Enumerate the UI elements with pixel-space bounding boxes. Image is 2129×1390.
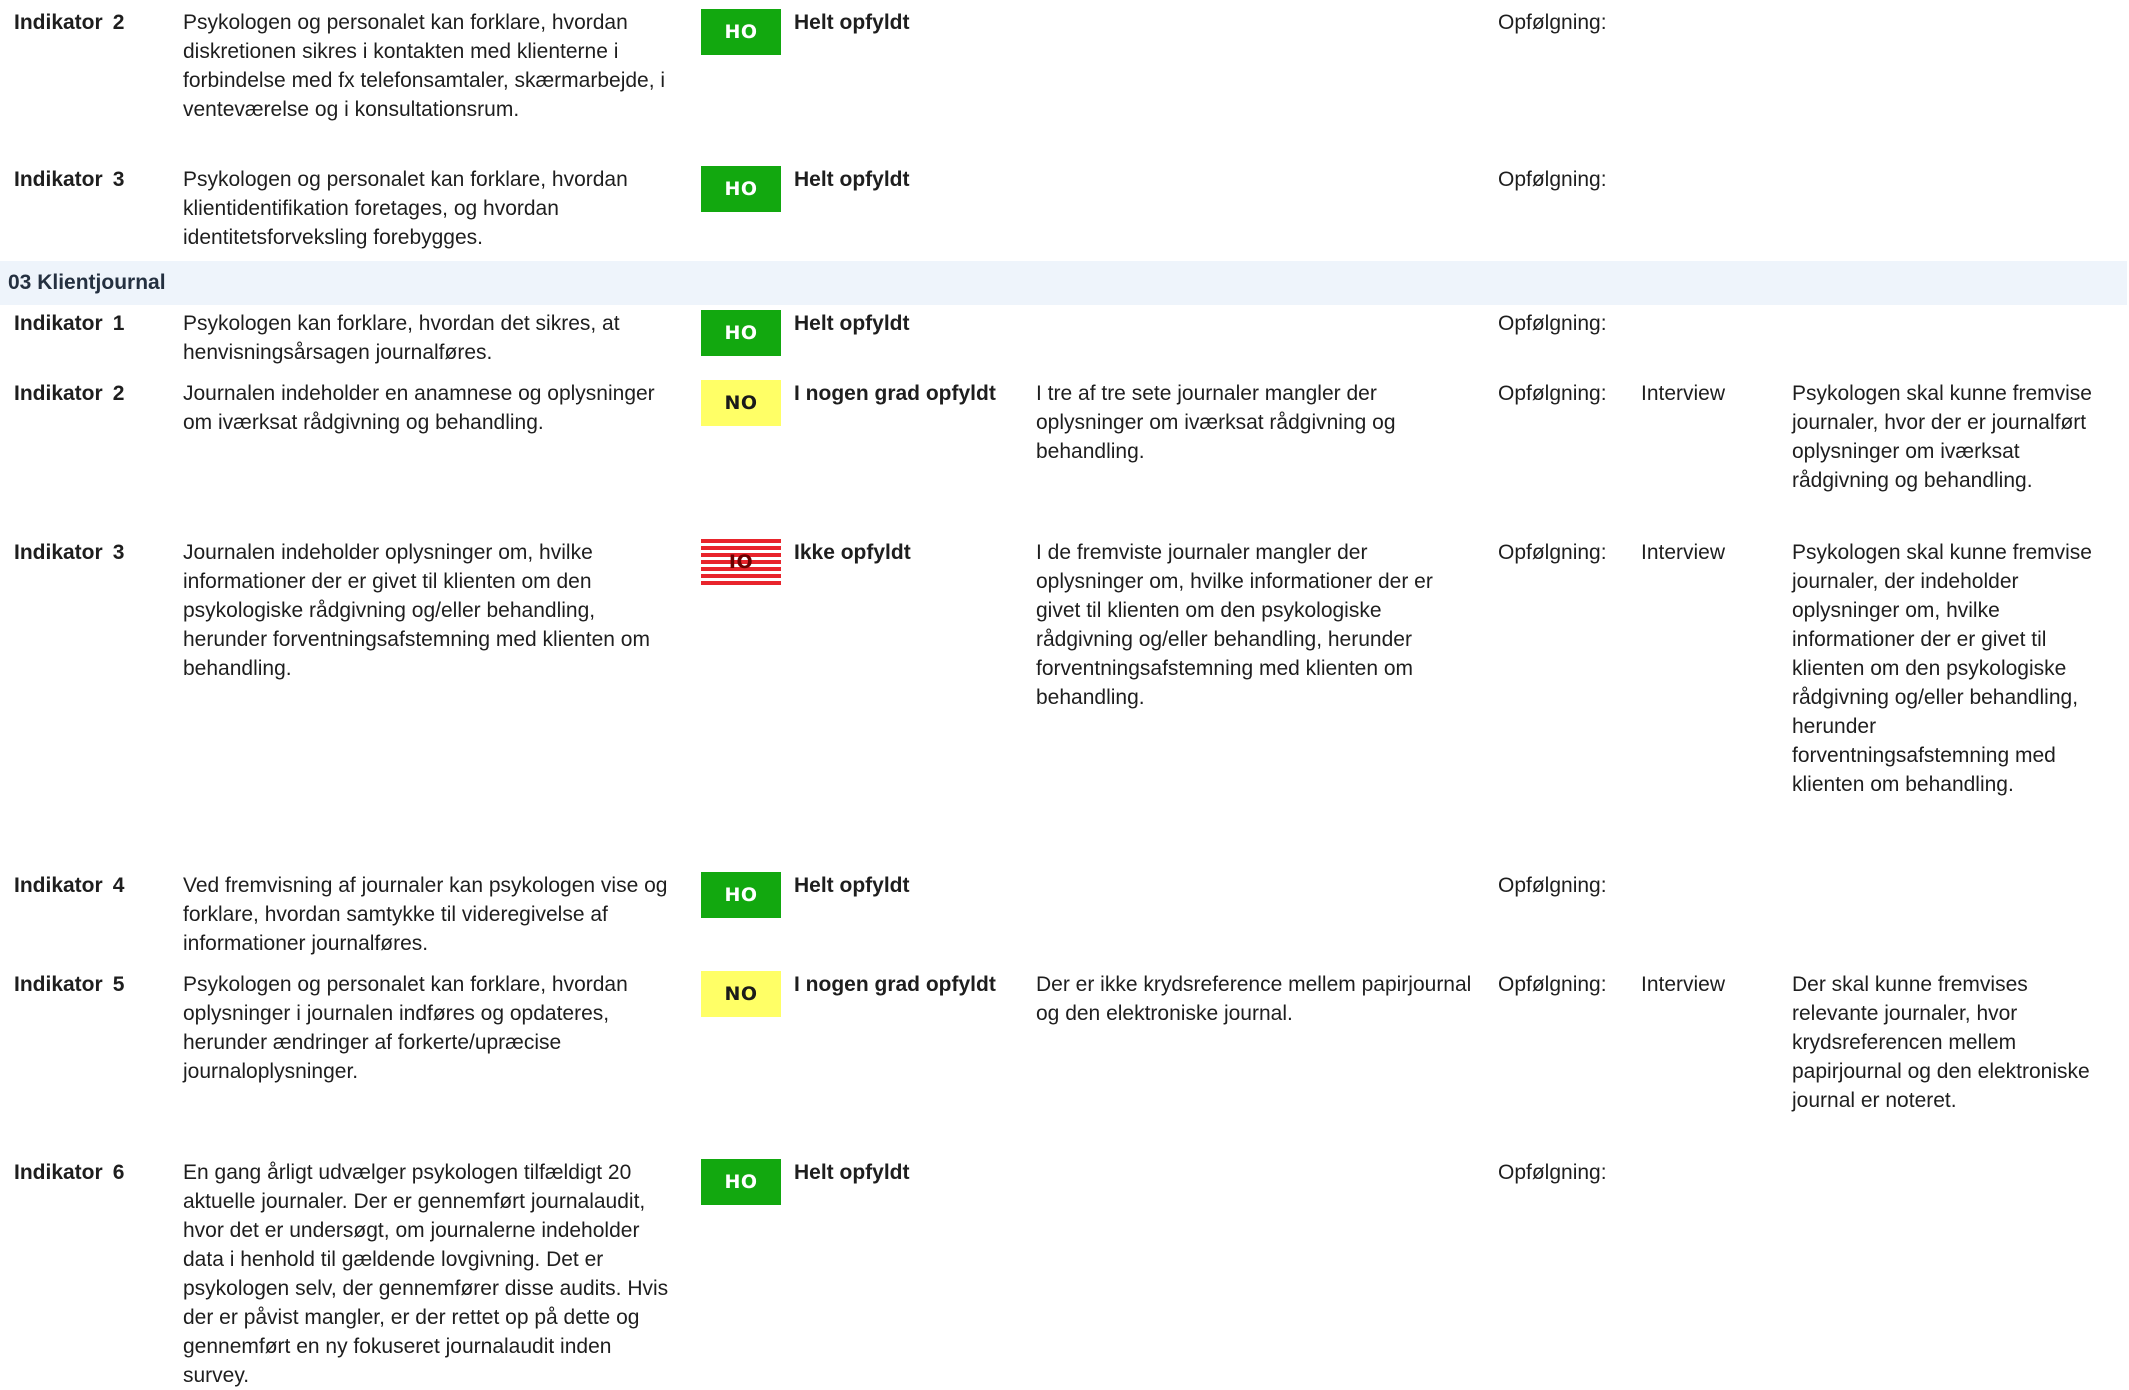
indicator-number: 3 — [112, 168, 125, 191]
followup-label: Opfølgning: — [1498, 168, 1607, 191]
status-text: Helt opfyldt — [794, 168, 910, 191]
badge-text: HO — [701, 310, 781, 356]
indicator-label: Indikator 3 — [14, 165, 174, 194]
status-text: Ikke opfyldt — [794, 541, 911, 564]
status-badge-icon: NO — [701, 380, 781, 426]
indicator-label: Indikator 2 — [14, 379, 174, 408]
status-text: Helt opfyldt — [794, 11, 910, 34]
indicator-description: En gang årligt udvælger psykologen tilfæ… — [183, 1161, 669, 1387]
indicator-description: Psykologen og personalet kan forklare, h… — [183, 168, 628, 249]
indicator-description: Psykologen og personalet kan forklare, h… — [183, 973, 628, 1083]
followup-label: Opfølgning: — [1498, 11, 1607, 34]
followup-label: Opfølgning: — [1498, 973, 1607, 996]
followup-label: Opfølgning: — [1498, 1161, 1607, 1184]
status-badge-icon: HO — [701, 872, 781, 918]
requirement-text: Der skal kunne fremvises relevante journ… — [1792, 973, 2090, 1112]
indicator-number: 1 — [112, 312, 125, 335]
indicator-number: 2 — [112, 382, 125, 405]
status-text: I nogen grad opfyldt — [794, 382, 996, 405]
indicator-word: Indikator — [14, 168, 103, 191]
badge-text: HO — [701, 872, 781, 918]
indicator-word: Indikator — [14, 874, 103, 897]
status-badge-icon: HO — [701, 310, 781, 356]
status-text: Helt opfyldt — [794, 1161, 910, 1184]
status-text: Helt opfyldt — [794, 874, 910, 897]
indicator-description: Ved fremvisning af journaler kan psykolo… — [183, 874, 668, 955]
section-header: 03 Klientjournal — [0, 261, 2127, 305]
badge-text: NO — [701, 380, 781, 426]
badge-text: HO — [701, 1159, 781, 1205]
status-badge-icon: HO — [701, 1159, 781, 1205]
indicator-word: Indikator — [14, 312, 103, 335]
status-text: Helt opfyldt — [794, 312, 910, 335]
status-badge-icon: HO — [701, 166, 781, 212]
status-badge-icon: HO — [701, 9, 781, 55]
indicator-word: Indikator — [14, 541, 103, 564]
followup-label: Opfølgning: — [1498, 382, 1607, 405]
followup-method: Interview — [1641, 382, 1726, 405]
badge-text: HO — [701, 9, 781, 55]
indicator-label: Indikator 5 — [14, 970, 174, 999]
indicator-word: Indikator — [14, 1161, 103, 1184]
indicator-number: 6 — [112, 1161, 125, 1184]
finding-text: Der er ikke krydsreference mellem papirj… — [1036, 973, 1472, 1025]
badge-text: IO — [701, 539, 781, 585]
indicator-number: 5 — [112, 973, 125, 996]
status-badge-icon: NO — [701, 971, 781, 1017]
followup-label: Opfølgning: — [1498, 312, 1607, 335]
indicator-label: Indikator 3 — [14, 538, 174, 567]
indicator-label: Indikator 1 — [14, 309, 174, 338]
indicator-description: Psykologen og personalet kan forklare, h… — [183, 11, 666, 121]
section-title: 03 Klientjournal — [8, 271, 166, 294]
badge-text: HO — [701, 166, 781, 212]
badge-text: NO — [701, 971, 781, 1017]
indicator-description: Journalen indeholder en anamnese og oply… — [183, 382, 655, 434]
indicator-description: Psykologen kan forklare, hvordan det sik… — [183, 312, 620, 364]
indicator-description: Journalen indeholder oplysninger om, hvi… — [183, 541, 650, 680]
requirement-text: Psykologen skal kunne fremvise journaler… — [1792, 382, 2092, 492]
followup-label: Opfølgning: — [1498, 874, 1607, 897]
indicator-label: Indikator 4 — [14, 871, 174, 900]
requirement-text: Psykologen skal kunne fremvise journaler… — [1792, 541, 2092, 796]
indicator-label: Indikator 6 — [14, 1158, 174, 1187]
indicator-word: Indikator — [14, 382, 103, 405]
indicator-number: 2 — [112, 11, 125, 34]
followup-method: Interview — [1641, 973, 1726, 996]
indicator-label: Indikator 2 — [14, 8, 174, 37]
indicator-number: 3 — [112, 541, 125, 564]
indicator-word: Indikator — [14, 11, 103, 34]
indicator-number: 4 — [112, 874, 125, 897]
indicator-word: Indikator — [14, 973, 103, 996]
status-text: I nogen grad opfyldt — [794, 973, 996, 996]
finding-text: I de fremviste journaler mangler der opl… — [1036, 541, 1433, 709]
status-badge-icon: IO — [701, 539, 781, 585]
finding-text: I tre af tre sete journaler mangler der … — [1036, 382, 1396, 463]
followup-label: Opfølgning: — [1498, 541, 1607, 564]
followup-method: Interview — [1641, 541, 1726, 564]
report-page: Indikator 2 Psykologen og personalet kan … — [0, 0, 2129, 1387]
